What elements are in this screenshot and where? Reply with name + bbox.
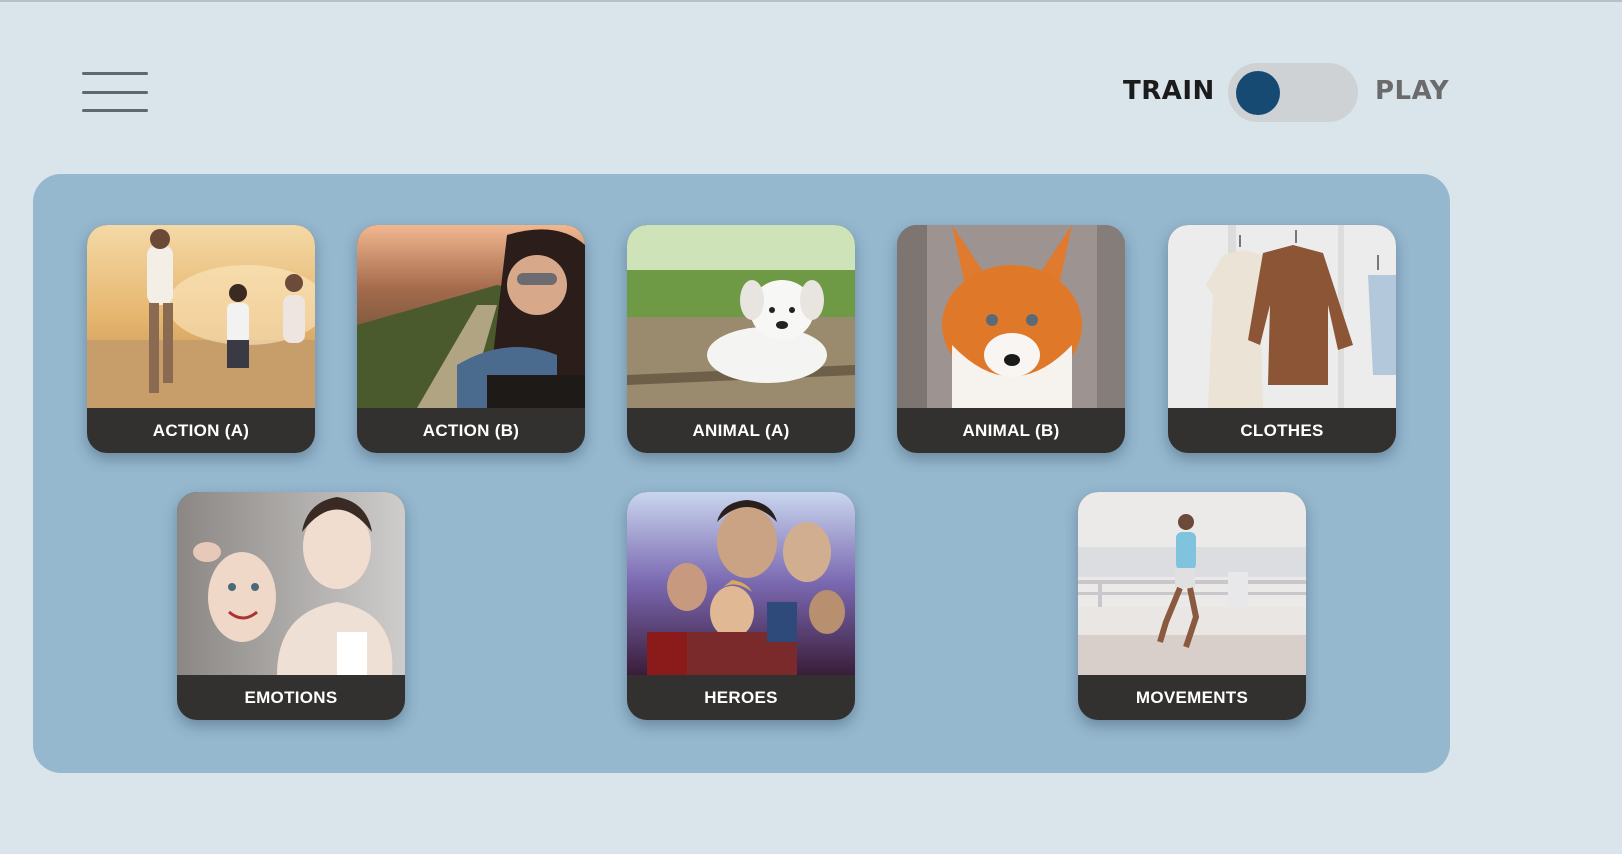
category-card-emotions[interactable]: EMOTIONS — [177, 492, 405, 720]
category-card-animal-a[interactable]: ANIMAL (A) — [627, 225, 855, 453]
action-b-image — [357, 225, 585, 408]
heroes-image — [627, 492, 855, 675]
train-label[interactable]: TRAIN — [1123, 76, 1215, 106]
clothes-image — [1168, 225, 1396, 408]
play-label[interactable]: PLAY — [1375, 76, 1449, 106]
animal-a-image — [627, 225, 855, 408]
top-border — [0, 0, 1622, 2]
category-card-heroes[interactable]: HEROES — [627, 492, 855, 720]
category-label: ACTION (B) — [422, 420, 520, 440]
hamburger-menu-icon[interactable] — [82, 72, 148, 112]
movements-image — [1078, 492, 1306, 675]
category-label: EMOTIONS — [244, 687, 338, 707]
toggle-knob — [1236, 71, 1280, 115]
category-label: MOVEMENTS — [1135, 687, 1249, 707]
category-card-action-a[interactable]: ACTION (A) — [87, 225, 315, 453]
category-card-action-b[interactable]: ACTION (B) — [357, 225, 585, 453]
category-card-clothes[interactable]: CLOTHES — [1168, 225, 1396, 453]
category-label: HEROES — [704, 687, 778, 707]
category-card-movements[interactable]: MOVEMENTS — [1078, 492, 1306, 720]
category-label: CLOTHES — [1240, 420, 1324, 440]
category-label: ANIMAL (B) — [962, 420, 1060, 440]
category-label: ACTION (A) — [152, 420, 250, 440]
emotions-image — [177, 492, 405, 675]
category-label: ANIMAL (A) — [692, 420, 790, 440]
animal-b-image — [897, 225, 1125, 408]
category-card-animal-b[interactable]: ANIMAL (B) — [897, 225, 1125, 453]
mode-toggle[interactable] — [1228, 63, 1358, 122]
action-a-image — [87, 225, 315, 408]
